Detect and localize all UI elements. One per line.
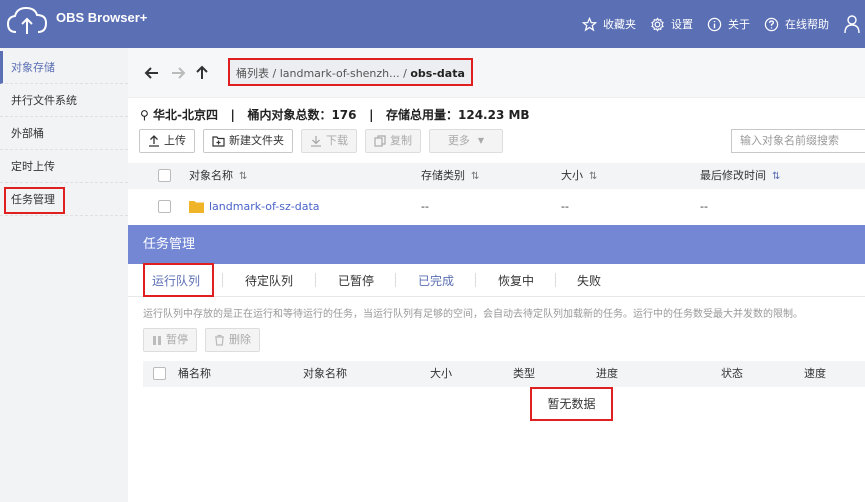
sidebar-item-external-bucket[interactable]: 外部桶 (0, 117, 128, 150)
row-checkbox[interactable] (158, 200, 171, 213)
column-header-object-name: 对象名称 (303, 367, 347, 380)
object-table-header: 对象名称 ⇅ 存储类别 ⇅ 大小 ⇅ 最后修改时间 ⇅ (128, 163, 865, 189)
breadcrumb: 桶列表 / landmark-of-shenzh... / obs-data (228, 58, 473, 86)
tab-failed[interactable]: 失败 (577, 272, 601, 289)
title-bar: OBS Browser+ 收藏夹 设置 关于 在线帮助 (0, 0, 865, 48)
upload-icon (149, 135, 159, 147)
empty-state-message: 暂无数据 (530, 387, 613, 421)
region-label: 华北-北京四 (152, 108, 218, 122)
info-icon (707, 17, 722, 31)
breadcrumb-current: obs-data (410, 67, 465, 80)
settings-label: 设置 (671, 18, 693, 31)
copy-icon (374, 135, 386, 147)
column-header-size[interactable]: 大小 ⇅ (561, 163, 597, 190)
help-icon (764, 17, 779, 31)
breadcrumb-root[interactable]: 桶列表 (236, 67, 269, 80)
modified-cell: -- (700, 200, 708, 213)
column-header-name[interactable]: 对象名称 ⇅ (189, 163, 247, 190)
user-avatar-icon[interactable] (843, 14, 861, 34)
new-folder-icon (212, 136, 225, 147)
select-all-checkbox[interactable] (158, 169, 171, 182)
column-header-bucket-name: 桶名称 (178, 367, 211, 380)
sidebar-item-scheduled-upload[interactable]: 定时上传 (0, 150, 128, 183)
download-icon (311, 136, 321, 147)
column-header-status: 状态 (721, 367, 743, 380)
sort-icon[interactable]: ⇅ (772, 171, 780, 182)
column-header-size: 大小 (430, 367, 452, 380)
task-management-title: 任务管理 (128, 225, 865, 264)
highlight-box (143, 263, 214, 297)
select-all-checkbox[interactable] (153, 367, 166, 380)
tab-paused[interactable]: 已暂停 (338, 272, 374, 289)
favorites-label: 收藏夹 (603, 18, 636, 31)
back-arrow-icon[interactable] (144, 65, 160, 81)
online-help-link[interactable]: 在线帮助 (764, 16, 829, 32)
new-folder-button[interactable]: 新建文件夹 (203, 129, 293, 153)
location-pin-icon: ⚲ (140, 108, 149, 122)
forward-arrow-icon[interactable] (170, 65, 186, 81)
more-dropdown[interactable]: 更多 ▼ (429, 129, 503, 153)
task-tabs: 运行队列 待定队列 已暂停 已完成 恢复中 失败 (128, 264, 865, 297)
sidebar-item-object-storage[interactable]: 对象存储 (0, 51, 128, 84)
cloud-upload-logo-icon (6, 6, 48, 34)
tab-recovering[interactable]: 恢复中 (498, 272, 534, 289)
copy-button[interactable]: 复制 (365, 129, 421, 153)
tab-pending-queue[interactable]: 待定队列 (245, 272, 293, 289)
search-input[interactable]: 输入对象名前缀搜索 (731, 129, 865, 153)
up-arrow-icon[interactable] (194, 65, 210, 81)
about-link[interactable]: 关于 (707, 16, 750, 32)
about-label: 关于 (728, 18, 750, 31)
bucket-info: ⚲ 华北-北京四 | 桶内对象总数：176 | 存储总用量：124.23 MB (140, 108, 530, 122)
app-title: OBS Browser+ (56, 10, 148, 25)
column-header-storage-class[interactable]: 存储类别 ⇅ (421, 163, 479, 190)
pause-button[interactable]: 暂停 (143, 328, 197, 352)
object-count-label: 桶内对象总数：176 (247, 108, 357, 122)
tab-completed[interactable]: 已完成 (418, 272, 454, 289)
table-row[interactable]: landmark-of-sz-data -- -- -- (128, 191, 865, 223)
breadcrumb-bucket[interactable]: landmark-of-shenzh... (280, 67, 400, 80)
column-header-speed: 速度 (804, 367, 826, 380)
column-header-type: 类型 (513, 367, 535, 380)
download-button[interactable]: 下载 (301, 129, 357, 153)
star-icon (582, 16, 597, 32)
task-management-panel: 任务管理 运行队列 待定队列 已暂停 已完成 恢复中 失败 运行队列中存放的是正… (128, 225, 865, 502)
favorites-link[interactable]: 收藏夹 (582, 16, 636, 32)
upload-button[interactable]: 上传 (139, 129, 195, 153)
folder-name-link[interactable]: landmark-of-sz-data (209, 191, 320, 223)
storage-class-cell: -- (421, 200, 429, 213)
delete-button[interactable]: 删除 (205, 328, 260, 352)
column-header-progress: 进度 (596, 367, 618, 380)
sort-icon[interactable]: ⇅ (239, 171, 247, 182)
size-cell: -- (561, 200, 569, 213)
sidebar: 对象存储 并行文件系统 外部桶 定时上传 任务管理 (0, 48, 128, 502)
chevron-down-icon: ▼ (477, 136, 485, 145)
task-toolbar: 暂停 删除 (143, 328, 268, 352)
trash-icon (215, 334, 224, 346)
sidebar-item-parallel-file-system[interactable]: 并行文件系统 (0, 84, 128, 117)
object-toolbar: 上传 新建文件夹 下载 复制 更多 ▼ (139, 129, 511, 153)
pause-icon (153, 335, 161, 345)
task-table-header: 桶名称 对象名称 大小 类型 进度 状态 速度 (143, 361, 865, 387)
settings-link[interactable]: 设置 (650, 16, 693, 32)
navigation-bar: 桶列表 / landmark-of-shenzh... / obs-data (128, 48, 865, 98)
online-help-label: 在线帮助 (785, 18, 829, 31)
gear-icon (651, 16, 664, 32)
column-header-modified[interactable]: 最后修改时间 ⇅ (700, 163, 780, 190)
highlight-box (4, 187, 65, 214)
sort-icon[interactable]: ⇅ (471, 171, 479, 182)
folder-icon (189, 201, 204, 213)
running-queue-description: 运行队列中存放的是正在运行和等待运行的任务，当运行队列有足够的空间，会自动去待定… (143, 309, 803, 320)
storage-usage-label: 存储总用量：124.23 MB (386, 108, 530, 122)
sort-icon[interactable]: ⇅ (589, 171, 597, 182)
